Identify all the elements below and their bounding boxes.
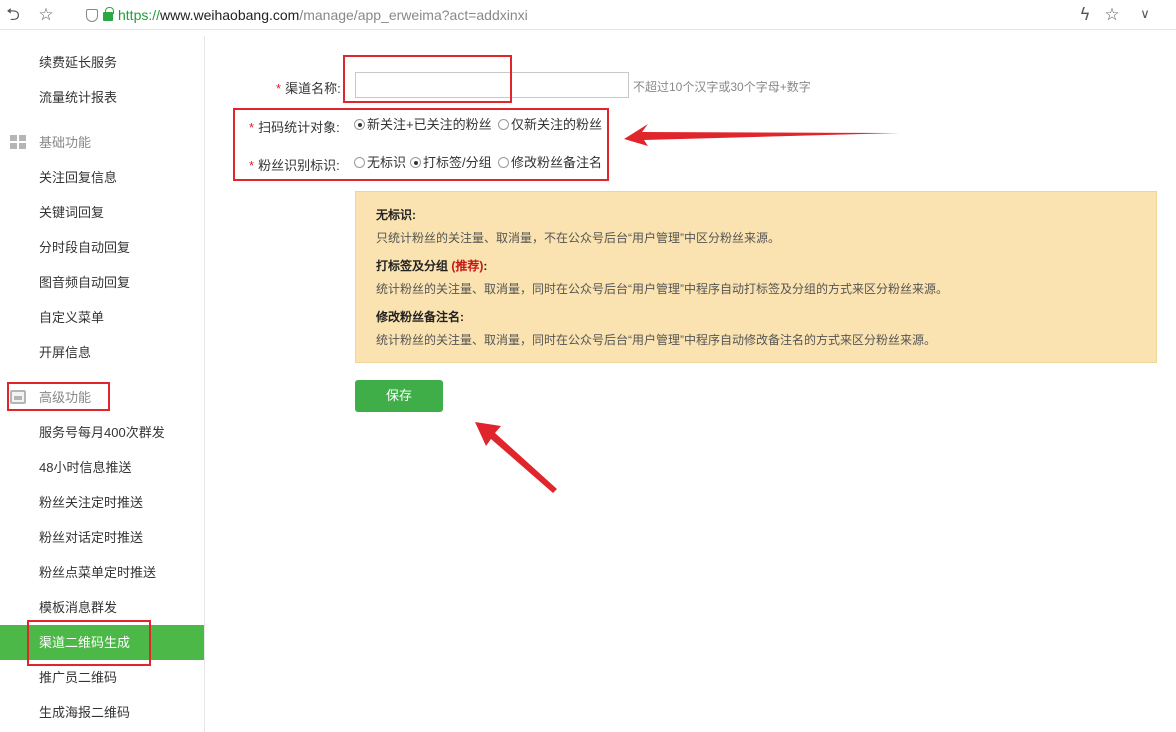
- annotation-arrow-options: [624, 124, 900, 146]
- annotation-arrow-save: [475, 422, 557, 493]
- annotation-arrows: [475, 124, 900, 493]
